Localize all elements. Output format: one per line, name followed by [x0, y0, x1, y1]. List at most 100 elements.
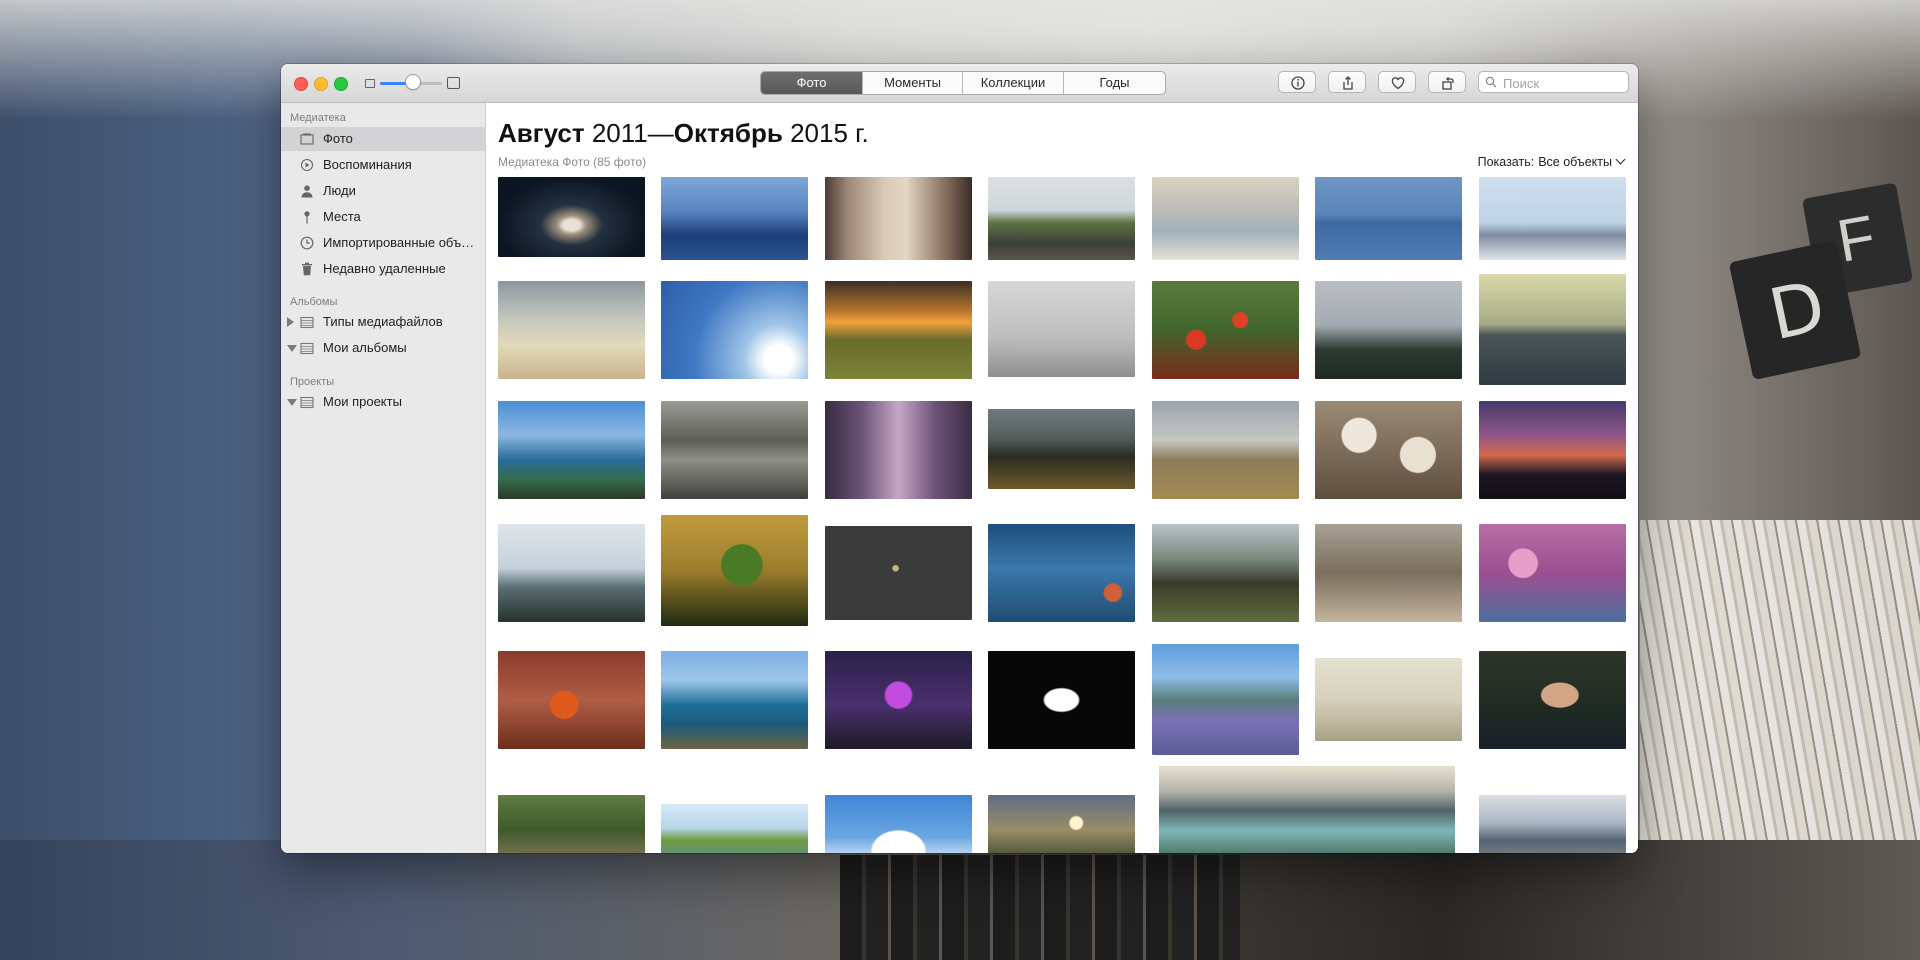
photo-thumbnail[interactable]: [498, 177, 645, 257]
photo-thumbnail[interactable]: [498, 524, 645, 622]
sidebar-item-label: Импортированные объекты: [323, 235, 478, 250]
photo-library-view: Август 2011—Октябрь 2015 г. Медиатека Фо…: [486, 103, 1638, 853]
photo-thumbnail[interactable]: [988, 524, 1135, 622]
tab-moments[interactable]: Моменты: [863, 72, 963, 94]
zoom-out-icon[interactable]: [365, 79, 375, 88]
photo-thumbnail[interactable]: [1152, 524, 1299, 622]
photo-thumbnail[interactable]: [1479, 177, 1626, 260]
disclosure-expanded-icon[interactable]: [287, 399, 297, 406]
photo-thumbnail[interactable]: [825, 401, 972, 499]
title-year-start: 2011: [591, 118, 648, 148]
sidebar-item-label: Фото: [323, 131, 353, 146]
photo-thumbnail[interactable]: [661, 651, 808, 749]
photo-thumbnail[interactable]: [988, 795, 1135, 853]
disclosure-expanded-icon[interactable]: [287, 345, 297, 352]
sidebar-item-photos[interactable]: Фото: [281, 127, 485, 151]
tab-years[interactable]: Годы: [1064, 72, 1165, 94]
sidebar-section-projects: Проекты: [290, 376, 335, 388]
close-button[interactable]: [294, 77, 308, 91]
sidebar-item-label: Люди: [323, 183, 356, 198]
sidebar-item-people[interactable]: Люди: [281, 179, 485, 203]
sidebar-item-label: Мои альбомы: [323, 340, 407, 355]
folder-icon: [300, 396, 314, 409]
photo-thumbnail[interactable]: [1479, 401, 1626, 499]
sidebar-item-media-types[interactable]: Типы медиафайлов: [281, 310, 485, 334]
zoom-slider-knob[interactable]: [406, 75, 420, 89]
photo-thumbnail[interactable]: [661, 515, 808, 626]
rotate-icon: [1442, 77, 1454, 90]
disclosure-collapsed-icon[interactable]: [287, 317, 294, 327]
photo-thumbnail[interactable]: [1479, 274, 1626, 385]
person-icon: [301, 185, 313, 198]
photo-thumbnail[interactable]: [1152, 281, 1299, 379]
minimize-button[interactable]: [314, 77, 328, 91]
heart-icon: [1391, 77, 1405, 90]
photo-thumbnail[interactable]: [825, 526, 972, 620]
sidebar-item-label: Типы медиафайлов: [323, 314, 443, 329]
sidebar-item-imports[interactable]: Импортированные объекты: [281, 231, 485, 255]
share-icon: [1343, 76, 1353, 90]
sidebar-item-recently-deleted[interactable]: Недавно удаленные: [281, 257, 485, 281]
sidebar-item-label: Недавно удаленные: [323, 261, 446, 276]
photo-thumbnail[interactable]: [1479, 795, 1626, 853]
sidebar-item-memories[interactable]: Воспоминания: [281, 153, 485, 177]
info-button[interactable]: [1278, 71, 1316, 93]
photo-thumbnail[interactable]: [1315, 401, 1462, 499]
photo-thumbnail[interactable]: [1152, 401, 1299, 499]
show-filter[interactable]: Показать: Все объекты: [1477, 154, 1626, 169]
photo-thumbnail[interactable]: [825, 177, 972, 260]
photo-thumbnail[interactable]: [661, 804, 808, 853]
rotate-button[interactable]: [1428, 71, 1466, 93]
chevron-down-icon: [1615, 154, 1626, 165]
favorite-button[interactable]: [1378, 71, 1416, 93]
photo-thumbnail[interactable]: [988, 409, 1135, 489]
photo-thumbnail[interactable]: [661, 281, 808, 379]
photo-thumbnail[interactable]: [988, 177, 1135, 260]
photo-thumbnail[interactable]: [825, 281, 972, 379]
search-icon: [1485, 76, 1497, 88]
wallpaper-records: [1640, 520, 1920, 840]
sidebar-item-my-projects[interactable]: Мои проекты: [281, 390, 485, 414]
photo-thumbnail[interactable]: [1315, 524, 1462, 622]
photo-thumbnail[interactable]: [1152, 177, 1299, 260]
sidebar-item-places[interactable]: Места: [281, 205, 485, 229]
photo-thumbnail[interactable]: [498, 651, 645, 749]
photo-thumbnail[interactable]: [825, 651, 972, 749]
photo-thumbnail[interactable]: [988, 651, 1135, 749]
photo-thumbnail[interactable]: [1315, 177, 1462, 260]
filter-value[interactable]: Все объекты: [1538, 155, 1612, 169]
photo-thumbnail[interactable]: [1479, 651, 1626, 749]
trash-icon: [302, 262, 312, 276]
photo-thumbnail[interactable]: [661, 177, 808, 260]
photos-window: Фото Моменты Коллекции Годы Медиатека Фо…: [281, 64, 1638, 853]
photo-thumbnail[interactable]: [498, 281, 645, 379]
sidebar-item-label: Воспоминания: [323, 157, 412, 172]
photo-thumbnail[interactable]: [661, 401, 808, 499]
search-field[interactable]: [1478, 71, 1629, 93]
info-icon: [1291, 76, 1305, 90]
tab-collections[interactable]: Коллекции: [963, 72, 1064, 94]
sidebar-section-library: Медиатека: [290, 112, 346, 124]
search-input[interactable]: [1501, 73, 1625, 93]
photo-thumbnail[interactable]: [825, 795, 972, 853]
folder-icon: [300, 342, 314, 355]
fullscreen-button[interactable]: [334, 77, 348, 91]
photo-thumbnail[interactable]: [1315, 281, 1462, 379]
sidebar-section-albums: Альбомы: [290, 296, 338, 308]
photo-thumbnail[interactable]: [498, 401, 645, 499]
tab-photos[interactable]: Фото: [761, 72, 863, 94]
zoom-in-icon[interactable]: [447, 77, 460, 89]
photo-thumbnail[interactable]: [1159, 766, 1455, 853]
pin-icon: [304, 211, 310, 224]
photo-thumbnail[interactable]: [1479, 524, 1626, 622]
photo-thumbnail[interactable]: [1315, 658, 1462, 741]
share-button[interactable]: [1328, 71, 1366, 93]
title-month-end: Октябрь: [673, 118, 783, 148]
filter-label: Показать:: [1477, 155, 1535, 169]
sidebar-item-my-albums[interactable]: Мои альбомы: [281, 336, 485, 360]
photo-thumbnail[interactable]: [988, 281, 1135, 377]
photo-thumbnail[interactable]: [498, 795, 645, 853]
title-month-start: Август: [498, 118, 585, 148]
page-title: Август 2011—Октябрь 2015 г.: [498, 118, 869, 149]
photo-thumbnail[interactable]: [1152, 644, 1299, 755]
